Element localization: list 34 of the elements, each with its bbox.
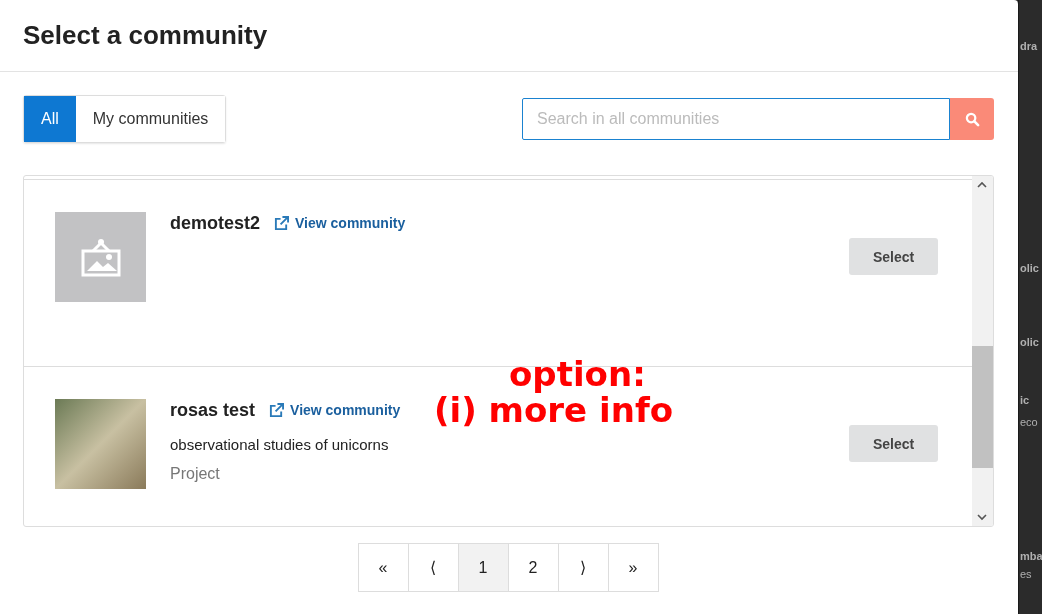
page-button[interactable]: ⟨ [407,543,459,592]
page-button[interactable]: « [357,543,409,592]
page-button[interactable]: 2 [507,543,559,592]
handwritten-note: option: [509,356,647,392]
external-link-icon [269,402,285,418]
community-name: rosas test [170,399,256,421]
image-placeholder-icon [55,212,146,302]
view-community-link[interactable]: View community [269,402,401,418]
view-community-link[interactable]: View community [274,215,406,231]
dialog-title: Select a community [23,20,268,51]
handwritten-note: (i) more info [434,392,674,428]
scrollbar[interactable] [972,176,993,526]
background-text: olic [1020,336,1039,348]
scroll-up-icon[interactable] [977,181,987,189]
background-text: olic [1020,262,1039,274]
select-button[interactable]: Select [849,238,938,275]
search-icon [964,111,980,127]
page-button[interactable]: ⟩ [557,543,609,592]
community-name: demotest2 [170,212,261,234]
page-button[interactable]: » [607,543,659,592]
select-button[interactable]: Select [849,425,938,462]
community-type: Project [170,465,221,483]
filter-tab[interactable]: My communities [75,96,226,142]
search-field[interactable]: Search in all communities [522,98,950,140]
scroll-down-icon[interactable] [977,513,987,521]
background-text: ic [1020,394,1030,406]
background-text: mba [1020,550,1042,562]
background-text: dra [1020,40,1038,52]
community-description: observational studies of unicorns [170,436,390,453]
page-button[interactable]: 1 [457,543,509,592]
filter-tab[interactable]: All [24,96,76,142]
background-text: eco [1020,416,1038,428]
background-text: es [1020,568,1032,580]
external-link-icon [274,215,290,231]
